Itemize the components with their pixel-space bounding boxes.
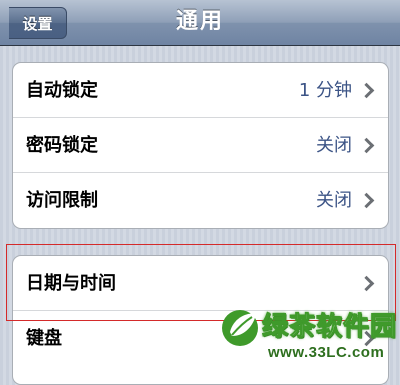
leaf-logo-icon — [222, 310, 258, 346]
settings-group-security: 自动锁定 1 分钟 密码锁定 关闭 访问限制 关闭 — [12, 62, 389, 229]
watermark-text: 绿茶软件园 — [261, 312, 398, 343]
cell-label: 自动锁定 — [26, 80, 98, 101]
cell-value: 关闭 — [316, 135, 352, 156]
cell-restrictions[interactable]: 访问限制 关闭 — [13, 173, 388, 228]
page-title: 通用 — [175, 9, 224, 34]
cell-label: 访问限制 — [26, 190, 98, 211]
watermark-url: www.33LC.com — [268, 344, 385, 361]
back-button-label: 设置 — [22, 14, 53, 33]
chevron-right-icon — [358, 82, 375, 99]
cell-passcode-lock[interactable]: 密码锁定 关闭 — [13, 118, 388, 173]
navigation-bar: 设置 通用 — [0, 0, 400, 46]
chevron-right-icon — [358, 192, 375, 209]
cell-auto-lock[interactable]: 自动锁定 1 分钟 — [13, 63, 388, 118]
cell-value: 1 分钟 — [298, 80, 352, 101]
chevron-right-icon — [358, 137, 375, 154]
cell-value: 关闭 — [316, 190, 352, 211]
cell-label: 密码锁定 — [26, 135, 98, 156]
watermark: 绿茶软件园 www.33LC.com — [214, 298, 400, 371]
